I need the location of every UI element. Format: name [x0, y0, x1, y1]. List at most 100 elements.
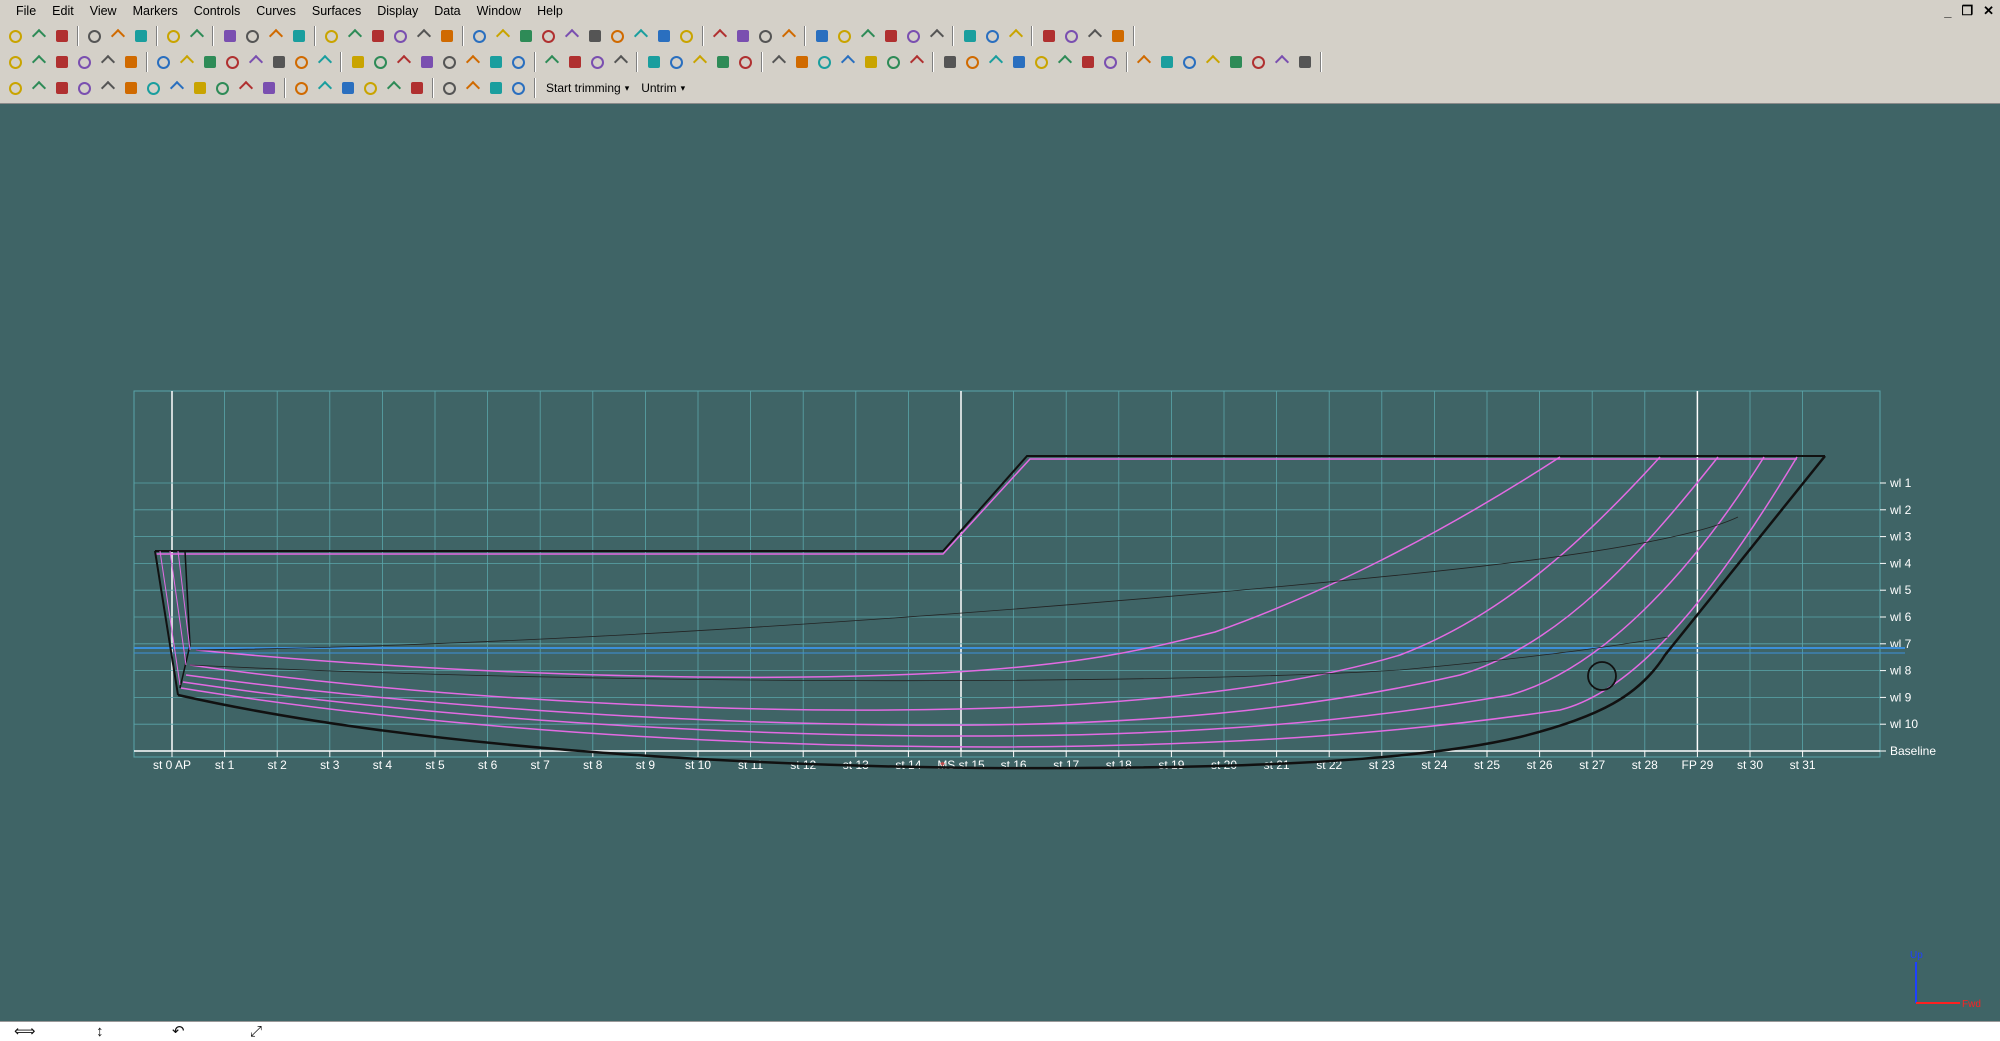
toolbar-2-button-0-icon[interactable] — [6, 52, 26, 72]
toolbar-2-button-53-icon[interactable] — [1295, 52, 1315, 72]
toolbar-3-button-9-icon[interactable] — [213, 78, 233, 98]
toolbar-2-button-51-icon[interactable] — [1249, 52, 1269, 72]
toolbar-1-button-17-icon[interactable] — [437, 26, 457, 46]
toolbar-2-button-31-icon[interactable] — [769, 52, 789, 72]
toolbar-3-button-14-icon[interactable] — [338, 78, 358, 98]
toolbar-3-button-5-icon[interactable] — [121, 78, 141, 98]
toolbar-3-button-18-icon[interactable] — [440, 78, 460, 98]
toolbar-1-button-19-icon[interactable] — [493, 26, 513, 46]
toolbar-2-button-47-icon[interactable] — [1157, 52, 1177, 72]
minimize-button[interactable]: _ — [1944, 4, 1951, 19]
toolbar-2-button-7-icon[interactable] — [177, 52, 197, 72]
menu-controls[interactable]: Controls — [186, 0, 249, 22]
toolbar-2-button-29-icon[interactable] — [713, 52, 733, 72]
toolbar-2-button-39-icon[interactable] — [963, 52, 983, 72]
toolbar-2-button-35-icon[interactable] — [861, 52, 881, 72]
toolbar-3-button-17-icon[interactable] — [407, 78, 427, 98]
toolbar-1-button-25-icon[interactable] — [631, 26, 651, 46]
toolbar-3-button-1-icon[interactable] — [29, 78, 49, 98]
toolbar-1-button-2-icon[interactable] — [52, 26, 72, 46]
toolbar-1-button-0-icon[interactable] — [6, 26, 26, 46]
toolbar-2-button-24-icon[interactable] — [588, 52, 608, 72]
toolbar-1-button-20-icon[interactable] — [516, 26, 536, 46]
toolbar-3-button-15-icon[interactable] — [361, 78, 381, 98]
toolbar-1-button-42-icon[interactable] — [1062, 26, 1082, 46]
toolbar-1-button-40-icon[interactable] — [1006, 26, 1026, 46]
toolbar-3-button-8-icon[interactable] — [190, 78, 210, 98]
toolbar-2-button-42-icon[interactable] — [1032, 52, 1052, 72]
toolbar-2-button-5-icon[interactable] — [121, 52, 141, 72]
start-trimming-button[interactable]: Start trimming ▾ — [540, 78, 635, 98]
toolbar-2-button-34-icon[interactable] — [838, 52, 858, 72]
toolbar-1-button-13-icon[interactable] — [345, 26, 365, 46]
toolbar-1-button-6-icon[interactable] — [164, 26, 184, 46]
toolbar-2-button-27-icon[interactable] — [667, 52, 687, 72]
toolbar-1-button-29-icon[interactable] — [733, 26, 753, 46]
toolbar-2-button-14-icon[interactable] — [348, 52, 368, 72]
toolbar-1-button-24-icon[interactable] — [608, 26, 628, 46]
toolbar-2-button-49-icon[interactable] — [1203, 52, 1223, 72]
toolbar-3-button-4-icon[interactable] — [98, 78, 118, 98]
toolbar-2-button-17-icon[interactable] — [417, 52, 437, 72]
toolbar-3-button-16-icon[interactable] — [384, 78, 404, 98]
toolbar-2-button-45-icon[interactable] — [1101, 52, 1121, 72]
toolbar-1-button-12-icon[interactable] — [322, 26, 342, 46]
toolbar-2-button-12-icon[interactable] — [292, 52, 312, 72]
toolbar-2-button-50-icon[interactable] — [1226, 52, 1246, 72]
restore-button[interactable]: ❐ — [1961, 3, 1973, 19]
toolbar-1-button-7-icon[interactable] — [187, 26, 207, 46]
toolbar-2-button-21-icon[interactable] — [509, 52, 529, 72]
toolbar-2-button-10-icon[interactable] — [246, 52, 266, 72]
toolbar-1-button-9-icon[interactable] — [243, 26, 263, 46]
toolbar-3-button-0-icon[interactable] — [6, 78, 26, 98]
toolbar-1-button-35-icon[interactable] — [881, 26, 901, 46]
toolbar-1-button-22-icon[interactable] — [562, 26, 582, 46]
toolbar-1-button-28-icon[interactable] — [710, 26, 730, 46]
toolbar-2-button-13-icon[interactable] — [315, 52, 335, 72]
toolbar-1-button-18-icon[interactable] — [470, 26, 490, 46]
toolbar-1-button-38-icon[interactable] — [960, 26, 980, 46]
toolbar-3-button-2-icon[interactable] — [52, 78, 72, 98]
toolbar-2-button-26-icon[interactable] — [644, 52, 664, 72]
toolbar-3-button-3-icon[interactable] — [75, 78, 95, 98]
toolbar-2-button-18-icon[interactable] — [440, 52, 460, 72]
toolbar-1-button-43-icon[interactable] — [1085, 26, 1105, 46]
toolbar-3-button-19-icon[interactable] — [463, 78, 483, 98]
menu-display[interactable]: Display — [369, 0, 426, 22]
menu-view[interactable]: View — [82, 0, 125, 22]
toolbar-1-button-34-icon[interactable] — [858, 26, 878, 46]
toolbar-3-button-13-icon[interactable] — [315, 78, 335, 98]
toolbar-1-button-33-icon[interactable] — [835, 26, 855, 46]
toolbar-2-button-3-icon[interactable] — [75, 52, 95, 72]
toolbar-2-button-37-icon[interactable] — [907, 52, 927, 72]
toolbar-1-button-41-icon[interactable] — [1039, 26, 1059, 46]
toolbar-1-button-36-icon[interactable] — [904, 26, 924, 46]
toolbar-2-button-38-icon[interactable] — [940, 52, 960, 72]
untrim-button[interactable]: Untrim ▾ — [635, 78, 691, 98]
toolbar-2-button-48-icon[interactable] — [1180, 52, 1200, 72]
toolbar-1-button-26-icon[interactable] — [654, 26, 674, 46]
profile-view-canvas[interactable]: st 0 AP st 1 st 2 st 3 st 4 st 5 st 6 st 7 st 8 s… — [0, 105, 2000, 1021]
pan-horizontal-icon[interactable]: ⟺ — [14, 1023, 36, 1040]
toolbar-2-button-28-icon[interactable] — [690, 52, 710, 72]
toolbar-2-button-43-icon[interactable] — [1055, 52, 1075, 72]
zoom-extents-icon[interactable]: ⤢ — [250, 1023, 262, 1040]
toolbar-2-button-36-icon[interactable] — [884, 52, 904, 72]
toolbar-1-button-8-icon[interactable] — [220, 26, 240, 46]
close-button[interactable]: ✕ — [1983, 3, 1994, 19]
toolbar-2-button-11-icon[interactable] — [269, 52, 289, 72]
toolbar-2-button-8-icon[interactable] — [200, 52, 220, 72]
toolbar-3-button-10-icon[interactable] — [236, 78, 256, 98]
toolbar-1-button-23-icon[interactable] — [585, 26, 605, 46]
toolbar-2-button-32-icon[interactable] — [792, 52, 812, 72]
toolbar-1-button-16-icon[interactable] — [414, 26, 434, 46]
toolbar-2-button-41-icon[interactable] — [1009, 52, 1029, 72]
toolbar-2-button-6-icon[interactable] — [154, 52, 174, 72]
rotate-icon[interactable]: ↶ — [172, 1023, 185, 1040]
toolbar-3-button-21-icon[interactable] — [509, 78, 529, 98]
toolbar-1-button-5-icon[interactable] — [131, 26, 151, 46]
menu-help[interactable]: Help — [529, 0, 571, 22]
toolbar-2-button-1-icon[interactable] — [29, 52, 49, 72]
toolbar-1-button-15-icon[interactable] — [391, 26, 411, 46]
toolbar-3-button-11-icon[interactable] — [259, 78, 279, 98]
